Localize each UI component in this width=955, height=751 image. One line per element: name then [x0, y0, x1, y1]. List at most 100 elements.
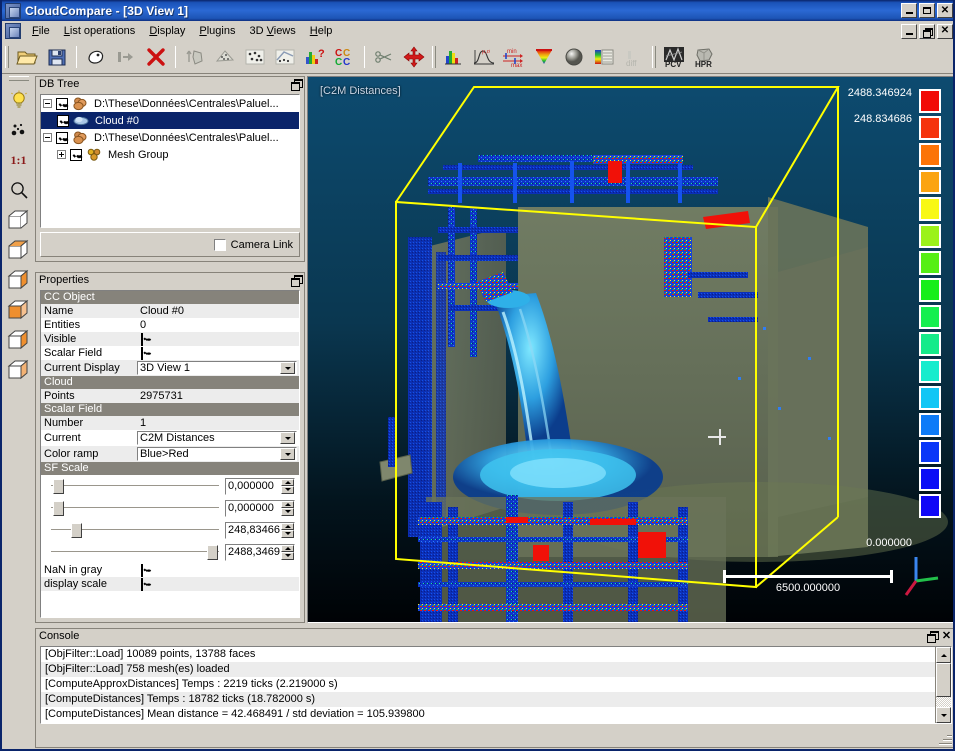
properties-float-icon[interactable] — [291, 275, 303, 287]
chevron-down-icon[interactable] — [280, 448, 295, 460]
spin-down-icon[interactable] — [281, 508, 294, 516]
current-sf-combo[interactable]: C2M Distances — [137, 431, 297, 445]
cc-compare-icon[interactable]: C C C C — [330, 43, 360, 71]
tree-item-checkbox[interactable] — [57, 114, 69, 127]
sf-min-saturation-spinbox[interactable]: 0,000000 — [225, 499, 295, 517]
scrollbar-track[interactable] — [936, 663, 951, 707]
camera-link-checkbox[interactable] — [213, 238, 226, 251]
spin-up-icon[interactable] — [281, 500, 294, 508]
spin-down-icon[interactable] — [281, 530, 294, 538]
spin-down-icon[interactable] — [281, 552, 294, 560]
sf-min-displayed-spinbox[interactable]: 0,000000 — [225, 477, 295, 495]
point-picking-icon[interactable] — [5, 116, 33, 144]
display-scale-checkbox[interactable] — [141, 577, 143, 591]
sf-min-saturation-slider[interactable] — [51, 499, 219, 517]
merge-icon[interactable] — [111, 43, 141, 71]
scrollbar-thumb[interactable] — [936, 663, 951, 697]
minimize-button[interactable] — [901, 3, 917, 18]
view-left-icon[interactable] — [5, 266, 33, 294]
spin-up-icon[interactable] — [281, 544, 294, 552]
view-top-icon[interactable] — [5, 326, 33, 354]
sf-max-saturation-spinbox[interactable]: 248,83466 — [225, 521, 295, 539]
db-tree-float-icon[interactable] — [291, 79, 303, 91]
chevron-down-icon[interactable] — [280, 362, 295, 374]
sfdiff-icon[interactable]: diff — [619, 43, 649, 71]
gaussian-icon[interactable]: μ,σ — [469, 43, 499, 71]
menu-display[interactable]: Display — [142, 22, 192, 40]
spin-down-icon[interactable] — [281, 486, 294, 494]
mdi-restore-button[interactable] — [919, 23, 935, 39]
nan-in-gray-checkbox[interactable] — [141, 563, 143, 577]
expander-plus-icon[interactable] — [57, 150, 66, 159]
tree-item-checkbox[interactable] — [56, 131, 68, 144]
view-right-icon[interactable] — [5, 296, 33, 324]
tree-item-mesh-group[interactable]: Mesh Group — [41, 146, 299, 163]
spin-up-icon[interactable] — [281, 522, 294, 530]
console-float-icon[interactable] — [927, 631, 939, 643]
mdi-close-button[interactable]: ✕ — [937, 23, 953, 39]
3d-view[interactable]: [C2M Distances] 2488.346924 248.834686 0… — [307, 76, 953, 623]
menu-plugins[interactable]: Plugins — [192, 22, 242, 40]
sphere-icon[interactable] — [559, 43, 589, 71]
zoom-1-1-icon[interactable]: 1:1 — [5, 146, 33, 174]
open-icon[interactable] — [12, 43, 42, 71]
minmax-icon[interactable]: min max — [499, 43, 529, 71]
toolbar-grip[interactable] — [5, 46, 9, 68]
tree-item-checkbox[interactable] — [56, 97, 68, 110]
db-tree-list[interactable]: D:\These\Données\Centrales\Paluel... Clo… — [40, 94, 300, 228]
menu-file[interactable]: File — [25, 22, 57, 40]
menu-help[interactable]: Help — [303, 22, 340, 40]
gl-canvas[interactable] — [308, 77, 953, 622]
menu-3d-views[interactable]: 3D Views — [242, 22, 302, 40]
delete-icon[interactable] — [141, 43, 171, 71]
translate-rotate-icon[interactable] — [399, 43, 429, 71]
mesh-delaunay-icon[interactable] — [210, 43, 240, 71]
current-display-combo[interactable]: 3D View 1 — [137, 361, 297, 375]
maximize-button[interactable] — [919, 3, 935, 18]
visible-checkbox[interactable] — [141, 332, 143, 346]
chevron-down-icon[interactable] — [280, 432, 295, 444]
console-scrollbar[interactable] — [935, 647, 951, 723]
tree-item-cloud-0[interactable]: Cloud #0 — [41, 112, 299, 129]
expander-minus-icon[interactable] — [43, 133, 52, 142]
console-output[interactable]: [ObjFilter::Load] 10089 points, 13788 fa… — [40, 646, 952, 724]
close-button[interactable]: ✕ — [937, 3, 953, 18]
mdi-child-icon[interactable] — [5, 23, 21, 39]
tree-item-cloud-group[interactable]: D:\These\Données\Centrales\Paluel... — [41, 95, 299, 112]
view-toolbar-grip[interactable] — [8, 76, 29, 81]
sample-mesh-icon[interactable] — [180, 43, 210, 71]
scissors-icon[interactable] — [369, 43, 399, 71]
tree-item-mesh-group-parent[interactable]: D:\These\Données\Centrales\Paluel... — [41, 129, 299, 146]
sf-min-displayed-slider[interactable] — [51, 477, 219, 495]
sf-max-displayed-slider[interactable] — [51, 543, 219, 561]
segment-icon[interactable] — [270, 43, 300, 71]
menu-list-operations[interactable]: List operations — [57, 22, 143, 40]
stats-test-icon[interactable]: ? — [300, 43, 330, 71]
tree-item-checkbox[interactable] — [70, 148, 82, 161]
sf-max-displayed-spinbox[interactable]: 2488,3469 — [225, 543, 295, 561]
save-icon[interactable] — [42, 43, 72, 71]
camera-link-checkbox-row[interactable]: Camera Link — [213, 238, 293, 251]
scalar-field-icon[interactable] — [589, 43, 619, 71]
view-back-icon[interactable] — [5, 236, 33, 264]
color-ramp-icon[interactable] — [529, 43, 559, 71]
toolbar-grip-2[interactable] — [432, 46, 436, 68]
sf-max-saturation-slider[interactable] — [51, 521, 219, 539]
spin-up-icon[interactable] — [281, 478, 294, 486]
light-bulb-icon[interactable] — [5, 86, 33, 114]
view-front-icon[interactable] — [5, 206, 33, 234]
color-ramp-combo[interactable]: Blue>Red — [137, 447, 297, 461]
view-bottom-icon[interactable] — [5, 356, 33, 384]
scroll-down-icon[interactable] — [936, 707, 951, 723]
subsample-icon[interactable] — [240, 43, 270, 71]
pcv-icon[interactable]: PCV — [659, 43, 689, 71]
toolbar-grip-3[interactable] — [652, 46, 656, 68]
magnifier-icon[interactable] — [5, 176, 33, 204]
histogram-icon[interactable] — [439, 43, 469, 71]
scalar-field-checkbox[interactable] — [141, 346, 143, 360]
scroll-up-icon[interactable] — [936, 647, 951, 663]
expander-minus-icon[interactable] — [43, 99, 52, 108]
clone-icon[interactable] — [81, 43, 111, 71]
mdi-minimize-button[interactable] — [901, 23, 917, 39]
console-close-icon[interactable]: ✕ — [941, 631, 952, 642]
